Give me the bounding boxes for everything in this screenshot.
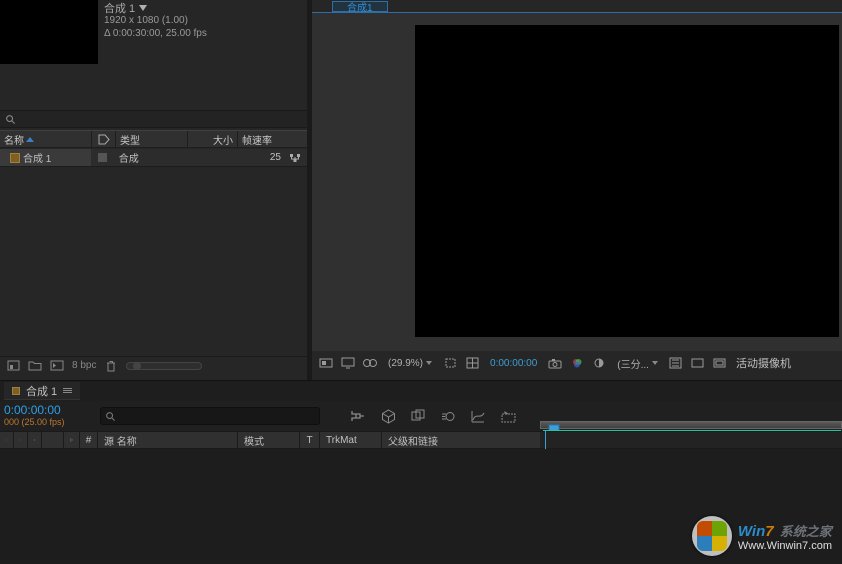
project-panel-top: 合成 1 1920 x 1080 (1.00) Δ 0:00:30:00, 25… — [0, 0, 307, 64]
frame-blend-icon[interactable] — [410, 408, 426, 424]
col-av-icons[interactable] — [0, 432, 14, 448]
sort-asc-icon — [26, 137, 34, 142]
timeline-search-input[interactable] — [116, 410, 315, 423]
composition-view[interactable] — [415, 25, 839, 337]
watermark-title: Win7 系统之家 — [738, 521, 832, 540]
motion-blur-icon[interactable] — [440, 408, 456, 424]
col-label-icon[interactable] — [92, 131, 116, 147]
watermark: Win7 系统之家 Www.Winwin7.com — [692, 516, 832, 556]
interpret-footage-icon[interactable] — [6, 359, 20, 373]
project-search-input[interactable] — [17, 113, 307, 126]
windows-logo-icon — [692, 516, 732, 556]
chevron-down-icon — [652, 361, 658, 365]
cell-fps: 25 — [236, 149, 285, 166]
fast-preview-icon[interactable] — [668, 355, 684, 371]
guide-icon[interactable] — [690, 355, 706, 371]
col-type[interactable]: 类型 — [116, 131, 188, 147]
cell-type: 合成 — [115, 149, 186, 166]
project-zoom-slider[interactable] — [126, 362, 202, 370]
timeline-track-area[interactable] — [540, 431, 842, 449]
col-parent[interactable]: 父级和链接 — [382, 432, 502, 448]
col-label-icon[interactable] — [64, 432, 80, 448]
resolution-dropdown[interactable]: (三分... — [613, 356, 662, 371]
cell-name: 合成 1 — [0, 149, 91, 166]
watermark-url: Www.Winwin7.com — [738, 540, 832, 552]
always-preview-icon[interactable] — [318, 355, 334, 371]
panel-menu-icon[interactable] — [63, 388, 72, 393]
comp-duration: Δ 0:00:30:00, 25.00 fps — [104, 28, 207, 39]
project-bit-depth[interactable]: 8 bpc — [72, 360, 96, 371]
search-icon — [3, 112, 17, 126]
time-navigator[interactable] — [540, 421, 842, 429]
col-index[interactable]: # — [80, 432, 98, 448]
new-comp-icon[interactable] — [50, 359, 64, 373]
col-fps[interactable]: 帧速率 — [238, 131, 288, 147]
cell-flow[interactable] — [285, 149, 307, 166]
col-size[interactable]: 大小 — [188, 131, 238, 147]
viewer-tab[interactable]: 合成1 — [332, 1, 388, 12]
monitor-icon[interactable] — [340, 355, 356, 371]
timeline-current-time[interactable]: 0:00:00:00 — [4, 403, 96, 417]
zoom-dropdown[interactable]: (29.9%) — [384, 358, 436, 369]
project-item-row[interactable]: 合成 1 合成 25 — [0, 149, 307, 167]
col-t[interactable]: T — [300, 432, 320, 448]
project-column-headers: 名称 类型 大小 帧速率 — [0, 130, 307, 148]
chevron-down-icon — [426, 361, 432, 365]
viewer-footer: (29.9%) 0:00:00:00 (三分... — [312, 353, 842, 373]
col-name[interactable]: 名称 — [0, 131, 92, 147]
cell-size — [186, 149, 235, 166]
camera-dropdown[interactable]: 活动摄像机 — [736, 355, 791, 371]
draft3d-icon[interactable] — [380, 408, 396, 424]
shy-icon[interactable] — [500, 408, 516, 424]
trash-icon[interactable] — [104, 359, 118, 373]
timeline-tab[interactable]: 合成 1 — [4, 382, 80, 400]
graph-editor-icon[interactable] — [470, 408, 486, 424]
comp-thumbnail[interactable] — [0, 0, 98, 64]
timeline-tab-label: 合成 1 — [26, 383, 57, 399]
viewer-area[interactable] — [312, 13, 842, 351]
col-solo-lock-icon[interactable] — [28, 432, 42, 448]
composition-panel: 合成1 — [312, 0, 842, 374]
col-trkmat[interactable]: TrkMat — [320, 432, 382, 448]
cell-label[interactable] — [91, 149, 115, 166]
project-footer: 8 bpc — [0, 356, 307, 374]
transparency-grid-icon[interactable] — [464, 355, 480, 371]
col-audio-icon[interactable] — [14, 432, 28, 448]
timeline-fps: 000 (25.00 fps) — [4, 417, 96, 427]
viewer-time[interactable]: 0:00:00:00 — [486, 358, 541, 369]
col-source[interactable]: 源 名称 — [98, 432, 238, 448]
timeline-search-box — [100, 407, 320, 425]
exposure-icon[interactable] — [591, 355, 607, 371]
snapshot-icon[interactable] — [547, 355, 563, 371]
comp-icon — [10, 153, 20, 163]
dropdown-icon — [139, 5, 147, 11]
comp-icon — [12, 387, 20, 395]
comp-name-row[interactable]: 合成 1 — [104, 0, 147, 16]
mask-icon[interactable] — [362, 355, 378, 371]
roi-icon[interactable] — [442, 355, 458, 371]
search-icon — [105, 411, 116, 422]
comp-resolution: 1920 x 1080 (1.00) — [104, 15, 188, 26]
new-folder-icon[interactable] — [28, 359, 42, 373]
grid-icon[interactable] — [712, 355, 728, 371]
timeline-column-header: # 源 名称 模式 T TrkMat 父级和链接 — [0, 431, 540, 449]
channel-icon[interactable] — [569, 355, 585, 371]
col-mode[interactable]: 模式 — [238, 432, 300, 448]
comp-name: 合成 1 — [104, 0, 135, 16]
project-search-row — [0, 110, 307, 128]
comp-mini-flow-icon[interactable] — [350, 408, 366, 424]
